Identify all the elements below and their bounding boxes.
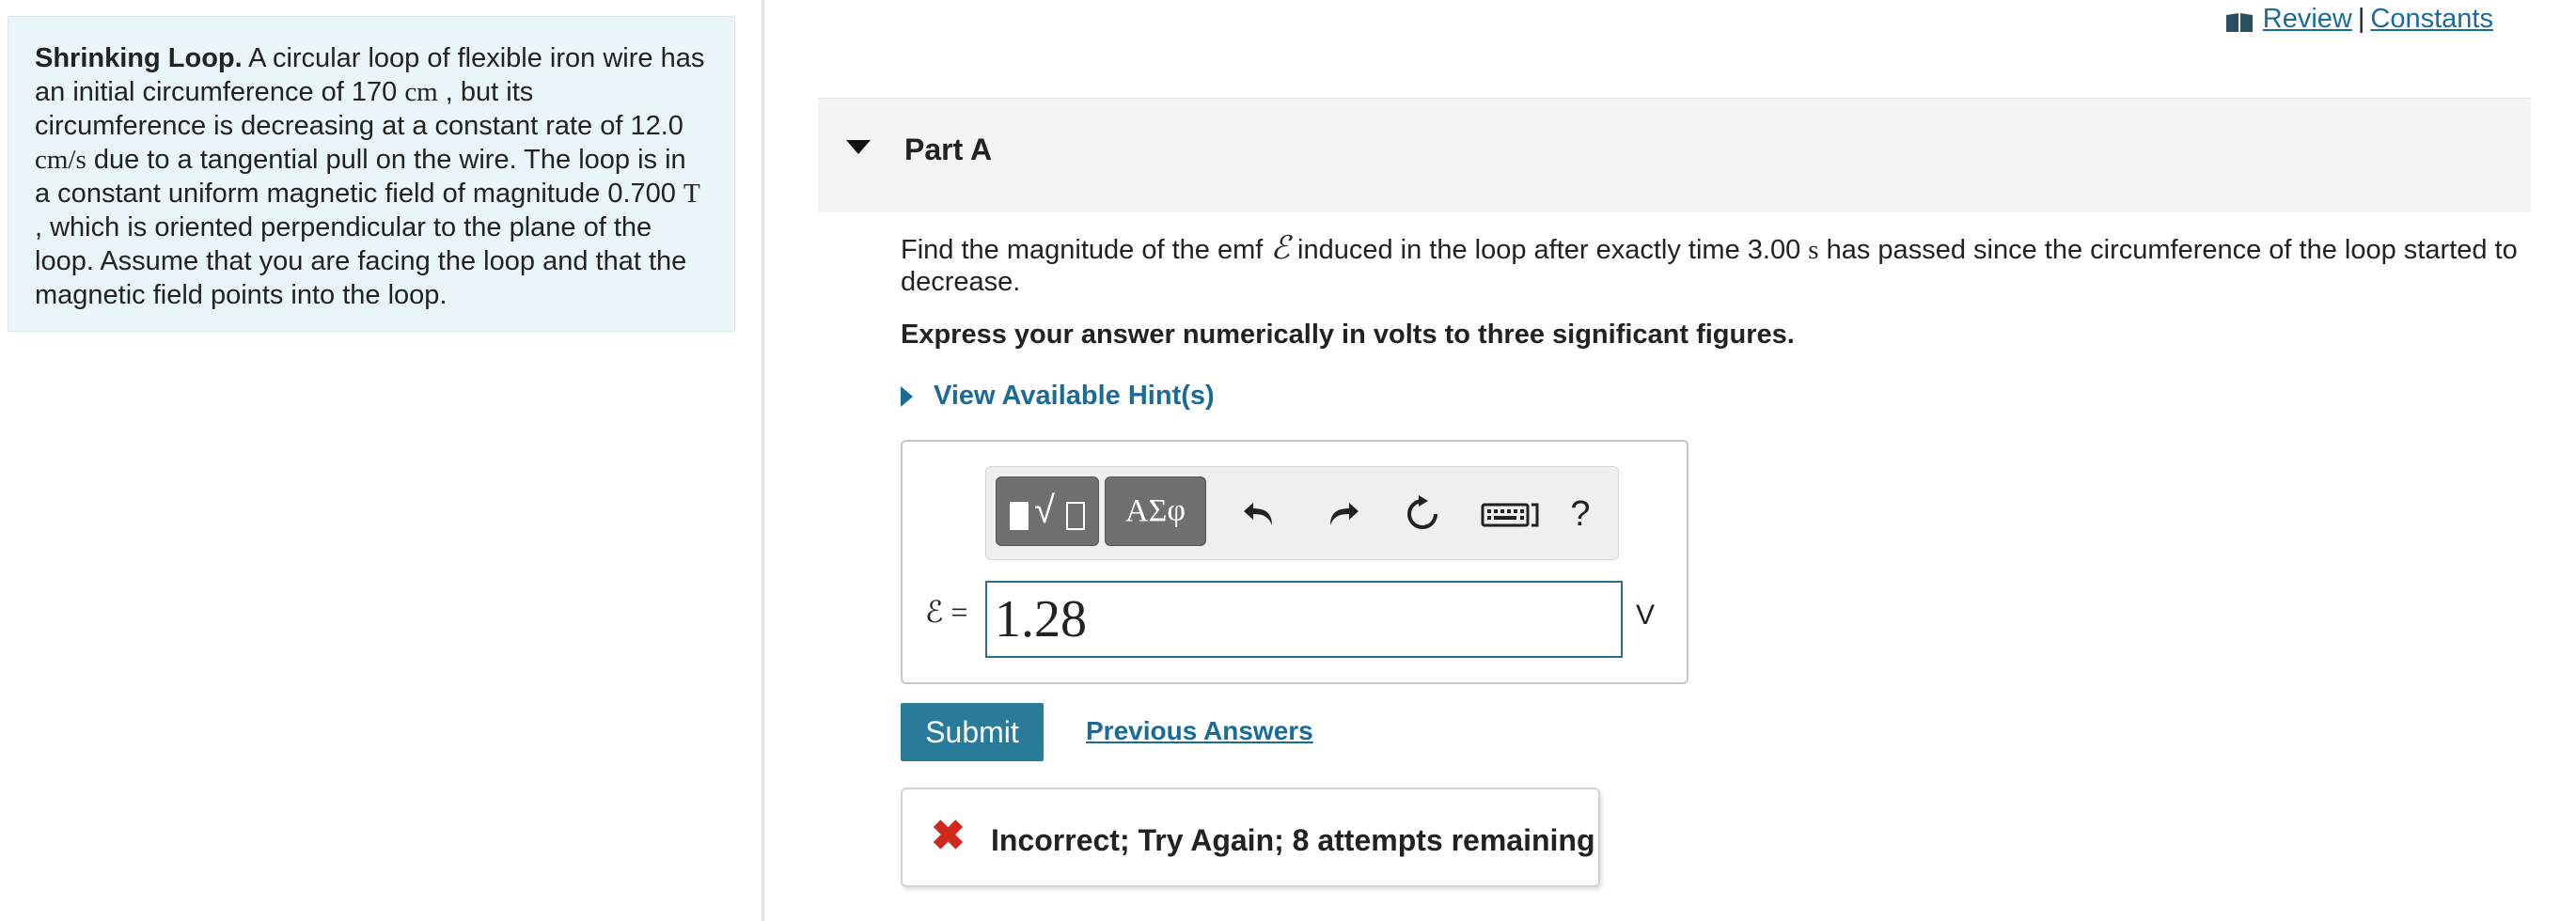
- answer-input[interactable]: 1.28: [985, 581, 1623, 658]
- math-toolbar: √ ΑΣφ ?: [985, 466, 1619, 560]
- unit-seconds: s: [1808, 235, 1819, 265]
- keyboard-icon[interactable]: [1481, 493, 1541, 535]
- template-box-icon: [1010, 502, 1029, 530]
- book-icon: [2225, 9, 2254, 32]
- question-text: Find the magnitude of the emf ℰ induced …: [901, 233, 2518, 298]
- problem-title: Shrinking Loop.: [35, 43, 243, 73]
- previous-answers-link[interactable]: Previous Answers: [1086, 716, 1313, 746]
- help-button[interactable]: ?: [1560, 493, 1601, 535]
- answer-box: √ ΑΣφ ? ℰ = 1.28 V: [901, 440, 1689, 684]
- constants-link[interactable]: Constants: [2370, 4, 2493, 35]
- review-link[interactable]: Review: [2263, 4, 2352, 35]
- part-a-header[interactable]: Part A: [818, 98, 2531, 212]
- hint-label[interactable]: View Available Hint(s): [934, 381, 1215, 412]
- undo-icon[interactable]: [1240, 493, 1281, 535]
- part-title: Part A: [904, 133, 993, 166]
- unit-cm-per-s: cm/s: [35, 145, 86, 175]
- top-links: Review | Constants: [2225, 4, 2493, 35]
- problem-text-3: due to a tangential pull on the wire. Th…: [35, 145, 686, 209]
- link-separator: |: [2357, 4, 2365, 34]
- emf-symbol: ℰ: [1270, 231, 1290, 266]
- template-box-outline-icon: [1066, 502, 1085, 530]
- problem-text-4: , which is oriented perpendicular to the…: [35, 212, 687, 310]
- unit-cm: cm: [404, 77, 438, 107]
- problem-statement: Shrinking Loop. A circular loop of flexi…: [8, 16, 735, 332]
- question-text-2: induced in the loop after exactly time 3…: [1289, 235, 1809, 265]
- symbols-button[interactable]: ΑΣφ: [1105, 476, 1206, 546]
- caret-down-icon[interactable]: [846, 140, 871, 154]
- submit-button[interactable]: Submit: [901, 703, 1044, 761]
- answer-variable-label: ℰ =: [925, 595, 968, 629]
- templates-button[interactable]: √: [996, 476, 1099, 546]
- answer-unit: V: [1636, 600, 1656, 631]
- x-icon: ✖: [931, 813, 966, 859]
- answer-instruction: Express your answer numerically in volts…: [901, 320, 1795, 350]
- caret-right-icon: [901, 385, 913, 407]
- reset-icon[interactable]: [1402, 493, 1443, 535]
- redo-icon[interactable]: [1321, 493, 1362, 535]
- view-hints-toggle[interactable]: View Available Hint(s): [901, 381, 1215, 412]
- feedback-box: ✖ Incorrect; Try Again; 8 attempts remai…: [901, 788, 1600, 887]
- feedback-message: Incorrect; Try Again; 8 attempts remaini…: [991, 823, 1595, 857]
- question-text-1: Find the magnitude of the emf: [901, 235, 1271, 265]
- sqrt-icon: √: [1034, 490, 1055, 531]
- panel-divider: [762, 0, 764, 921]
- unit-tesla: T: [683, 179, 700, 209]
